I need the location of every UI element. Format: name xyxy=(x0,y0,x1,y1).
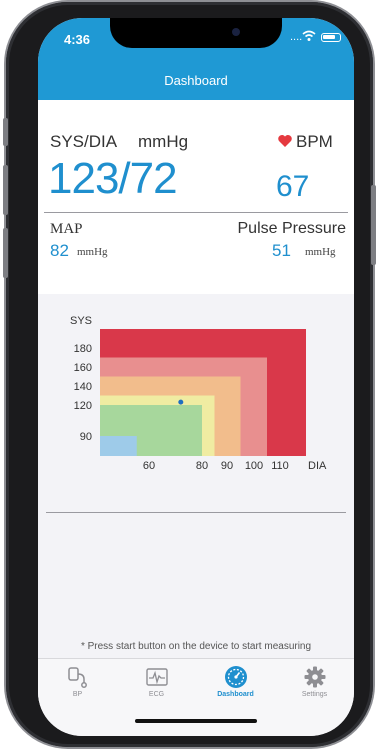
tab-label: BP xyxy=(72,691,83,698)
tab-bp[interactable]: BP xyxy=(38,665,117,709)
tab-settings[interactable]: Settings xyxy=(275,665,354,709)
y-tick: 160 xyxy=(74,362,92,374)
y-tick: 180 xyxy=(74,343,92,355)
tab-bar: BP ECG Dashboard Settings xyxy=(38,658,354,736)
heart-icon xyxy=(278,135,292,147)
bp-separator: / xyxy=(118,154,130,203)
home-indicator xyxy=(135,719,257,723)
x-tick: 90 xyxy=(221,460,233,472)
x-tick: 60 xyxy=(143,460,155,472)
power-button xyxy=(371,185,376,265)
bpm-label: BPM xyxy=(296,132,333,151)
wifi-icon xyxy=(302,30,316,41)
signal-dots: .... xyxy=(290,31,303,43)
gear-icon xyxy=(304,666,325,688)
ecg-icon xyxy=(145,668,168,686)
bpm-value: 67 xyxy=(276,170,310,203)
map-unit: mmHg xyxy=(77,246,108,258)
volume-down-button xyxy=(3,228,8,278)
divider xyxy=(44,212,348,213)
chart-zones xyxy=(100,329,306,456)
y-tick: 90 xyxy=(80,431,92,443)
battery-icon xyxy=(321,33,341,42)
tab-label: ECG xyxy=(148,691,165,698)
bp-cuff-icon xyxy=(67,667,87,688)
pulse-pressure-unit: mmHg xyxy=(305,246,336,258)
nav-bar: Dashboard xyxy=(38,62,354,100)
pulse-pressure-label: Pulse Pressure xyxy=(237,220,347,237)
camera-icon xyxy=(232,28,240,36)
y-tick: 120 xyxy=(74,400,92,412)
divider xyxy=(46,512,346,513)
reading-panel: SYS/DIA mmHg BPM 123/72 67 MAP Pulse Pre… xyxy=(38,100,354,294)
tab-label: Dashboard xyxy=(217,691,254,698)
mute-switch xyxy=(3,118,8,146)
pulse-pressure-value: 51 xyxy=(272,241,291,260)
x-tick: 110 xyxy=(271,460,289,472)
dia-value: 72 xyxy=(129,154,178,203)
chart-zone xyxy=(100,436,137,456)
screen: 4:36 .... Dashboard SYS/DIA mmHg BPM 123… xyxy=(38,18,354,736)
y-tick: 140 xyxy=(74,381,92,393)
map-label: MAP xyxy=(50,221,83,237)
reading-point xyxy=(178,399,184,405)
chart-points xyxy=(178,399,184,405)
page-title: Dashboard xyxy=(164,73,228,88)
sys-value: 123 xyxy=(48,154,119,203)
notch xyxy=(110,18,282,48)
dashboard-gauge-icon xyxy=(224,666,247,688)
bp-category-chart: SYS DIA 180 160 140 120 90 60 80 90 100 … xyxy=(70,315,327,472)
sysdia-label: SYS/DIA xyxy=(50,132,118,151)
status-time: 4:36 xyxy=(64,32,91,47)
tab-label: Settings xyxy=(301,691,328,698)
map-value: 82 xyxy=(50,241,69,260)
x-tick: 100 xyxy=(245,460,263,472)
measure-hint: * Press start button on the device to st… xyxy=(80,641,312,652)
tab-ecg[interactable]: ECG xyxy=(117,665,196,709)
tab-dashboard[interactable]: Dashboard xyxy=(196,665,275,709)
blood-pressure-value: 123/72 xyxy=(48,154,178,204)
chart-ylabel: SYS xyxy=(70,315,92,327)
volume-up-button xyxy=(3,165,8,215)
chart-xlabel: DIA xyxy=(308,460,327,472)
status-bar: 4:36 .... xyxy=(38,18,354,62)
x-tick: 80 xyxy=(196,460,208,472)
pressure-unit-label: mmHg xyxy=(138,132,189,151)
